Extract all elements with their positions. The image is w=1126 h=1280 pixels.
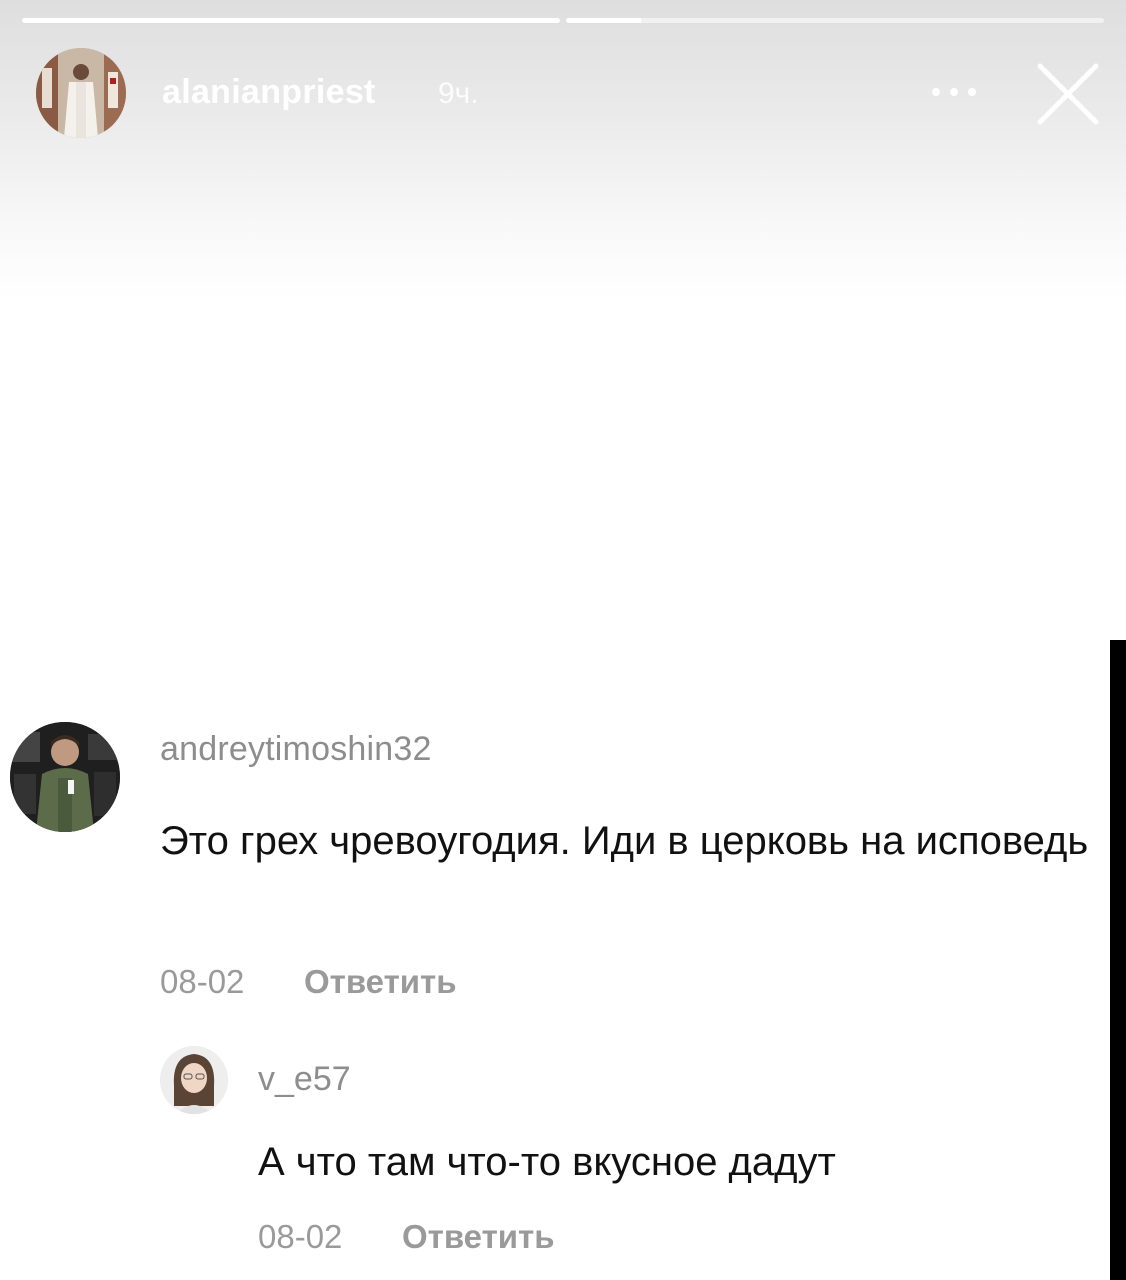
close-button[interactable] <box>1034 60 1102 128</box>
ellipsis-dot-2 <box>950 88 958 96</box>
story-progress-bar-1 <box>22 18 560 23</box>
story-timestamp: 9ч. <box>438 77 479 110</box>
comment-text: Это грех чревоугодия. Иди в церковь на и… <box>160 819 1089 863</box>
story-progress-fill-2 <box>566 18 642 23</box>
reply-text: А что там что-то вкусное дадут <box>258 1140 836 1184</box>
comment-username[interactable]: andreytimoshin32 <box>160 730 432 769</box>
story-viewer: alanianpriest 9ч. andreytimoshin32 Это г… <box>0 0 1126 1280</box>
ellipsis-dot-3 <box>968 88 976 96</box>
reply-username[interactable]: v_e57 <box>258 1060 351 1099</box>
comment-date: 08-02 <box>160 963 245 1000</box>
reply-author-avatar[interactable] <box>160 1046 228 1114</box>
story-progress-bar-2 <box>566 18 1104 23</box>
story-progress-fill-1 <box>22 18 560 23</box>
right-edge-border <box>1110 640 1126 1280</box>
author-avatar[interactable] <box>36 48 126 138</box>
man-photo-avatar-icon <box>10 722 120 832</box>
comment-author-avatar[interactable] <box>10 722 120 832</box>
ellipsis-icon <box>932 88 940 96</box>
reply-date: 08-02 <box>258 1218 343 1255</box>
more-options-button[interactable] <box>928 76 980 106</box>
story-top-gradient <box>0 0 1126 300</box>
priest-photo-avatar-icon <box>36 48 126 138</box>
comment-reply-button[interactable]: Ответить <box>304 963 457 1001</box>
close-icon <box>1037 63 1099 125</box>
woman-photo-avatar-icon <box>160 1046 228 1114</box>
reply-reply-button[interactable]: Ответить <box>402 1218 555 1256</box>
author-username[interactable]: alanianpriest <box>162 73 376 112</box>
